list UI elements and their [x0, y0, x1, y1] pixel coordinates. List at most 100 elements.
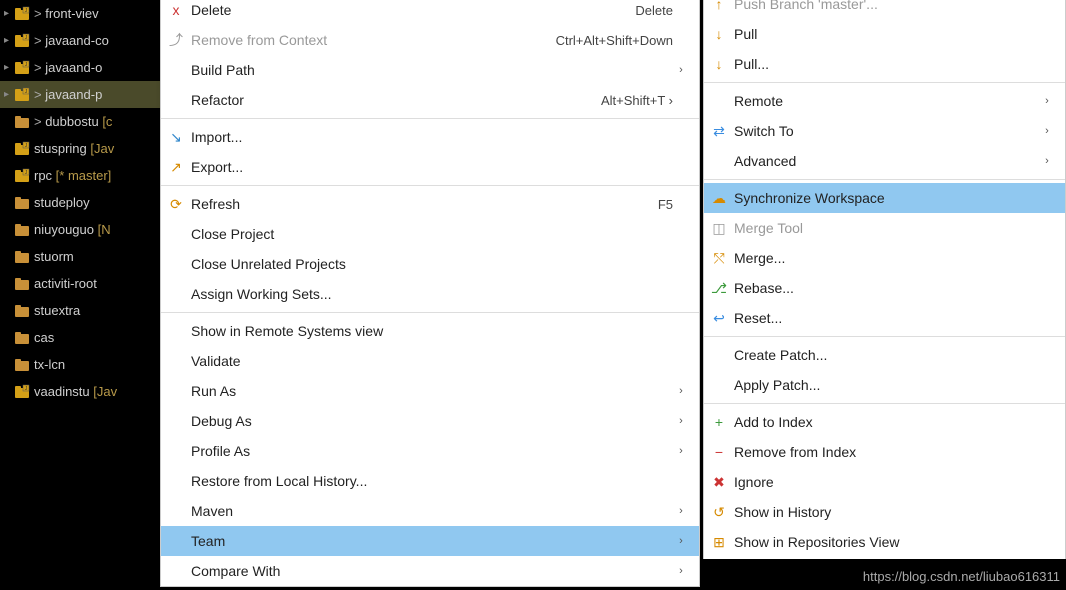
team-item-create-patch[interactable]: Create Patch...: [704, 340, 1065, 370]
context-menu[interactable]: xDeleteDelete⤴Remove from ContextCtrl+Al…: [160, 0, 700, 587]
team-item-pull[interactable]: ↓Pull...: [704, 49, 1065, 79]
submenu-arrow-icon: ›: [673, 505, 689, 517]
folder-icon: [14, 249, 30, 265]
team-item-reset[interactable]: ↩Reset...: [704, 303, 1065, 333]
menu-item-label: Assign Working Sets...: [191, 286, 673, 302]
tree-label: niuyouguo [N: [34, 222, 111, 237]
menu-separator: [161, 185, 699, 186]
tree-item-0[interactable]: ▸J> front-viev: [0, 0, 160, 27]
menu-item-label: Show in Repositories View: [734, 534, 1039, 550]
ctx-item-compare-with[interactable]: Compare With›: [161, 556, 699, 586]
menu-shortcut: Ctrl+Alt+Shift+Down: [536, 33, 673, 48]
menu-item-label: Push Branch 'master'...: [734, 0, 1039, 12]
ctx-item-maven[interactable]: Maven›: [161, 496, 699, 526]
team-item-switch-to[interactable]: ⇄Switch To›: [704, 116, 1065, 146]
team-item-show-in-repositories-view[interactable]: ⊞Show in Repositories View: [704, 527, 1065, 557]
ctx-item-restore-from-local-history[interactable]: Restore from Local History...: [161, 466, 699, 496]
tree-item-1[interactable]: ▸J> javaand-co: [0, 27, 160, 54]
ctx-item-close-project[interactable]: Close Project: [161, 219, 699, 249]
ctx-item-run-as[interactable]: Run As›: [161, 376, 699, 406]
folder-icon: [14, 222, 30, 238]
tree-label: > front-viev: [34, 6, 99, 21]
ctx-item-export[interactable]: ↗Export...: [161, 152, 699, 182]
ctx-item-remove-from-context: ⤴Remove from ContextCtrl+Alt+Shift+Down: [161, 25, 699, 55]
team-item-remove-from-index[interactable]: −Remove from Index: [704, 437, 1065, 467]
tree-label: > javaand-o: [34, 60, 102, 75]
menu-item-label: Synchronize Workspace: [734, 190, 1039, 206]
tree-item-12[interactable]: cas: [0, 324, 160, 351]
team-item-synchronize-workspace[interactable]: ☁Synchronize Workspace: [704, 183, 1065, 213]
menu-item-icon: ⎇: [704, 280, 734, 297]
ctx-item-show-in-remote-systems-view[interactable]: Show in Remote Systems view: [161, 316, 699, 346]
tree-item-2[interactable]: ▸J> javaand-o: [0, 54, 160, 81]
tree-item-11[interactable]: stuextra: [0, 297, 160, 324]
team-item-show-in-history[interactable]: ↺Show in History: [704, 497, 1065, 527]
menu-item-label: Merge...: [734, 250, 1039, 266]
ctx-item-team[interactable]: Team›: [161, 526, 699, 556]
menu-item-label: Pull...: [734, 56, 1039, 72]
tree-item-9[interactable]: stuorm: [0, 243, 160, 270]
team-item-remote[interactable]: Remote›: [704, 86, 1065, 116]
menu-item-label: Ignore: [734, 474, 1039, 490]
tree-item-10[interactable]: activiti-root: [0, 270, 160, 297]
menu-item-label: Profile As: [191, 443, 673, 459]
tree-item-13[interactable]: tx-lcn: [0, 351, 160, 378]
tree-item-3[interactable]: ▸J> javaand-p: [0, 81, 160, 108]
tree-item-4[interactable]: > dubbostu [c: [0, 108, 160, 135]
tree-item-14[interactable]: Jvaadinstu [Jav: [0, 378, 160, 405]
ctx-item-refresh[interactable]: ⟳RefreshF5: [161, 189, 699, 219]
submenu-arrow-icon: ›: [1039, 125, 1055, 137]
menu-item-label: Close Project: [191, 226, 673, 242]
java-project-icon: J: [14, 384, 30, 400]
team-item-apply-patch[interactable]: Apply Patch...: [704, 370, 1065, 400]
ctx-item-delete[interactable]: xDeleteDelete: [161, 0, 699, 25]
tree-item-7[interactable]: studeploy: [0, 189, 160, 216]
java-project-icon: J: [14, 141, 30, 157]
ctx-item-refactor[interactable]: RefactorAlt+Shift+T ›: [161, 85, 699, 115]
ctx-item-assign-working-sets[interactable]: Assign Working Sets...: [161, 279, 699, 309]
menu-item-label: Apply Patch...: [734, 377, 1039, 393]
menu-item-icon: ↺: [704, 504, 734, 521]
ctx-item-close-unrelated-projects[interactable]: Close Unrelated Projects: [161, 249, 699, 279]
team-submenu[interactable]: ↑Push Branch 'master'...↓Pull↓Pull...Rem…: [703, 0, 1066, 588]
team-item-add-to-index[interactable]: +Add to Index: [704, 407, 1065, 437]
project-explorer[interactable]: ▸J> front-viev▸J> javaand-co▸J> javaand-…: [0, 0, 160, 590]
folder-icon: [14, 357, 30, 373]
tree-label: > dubbostu [c: [34, 114, 112, 129]
tree-item-5[interactable]: Jstuspring [Jav: [0, 135, 160, 162]
menu-item-label: Remove from Context: [191, 32, 536, 48]
menu-item-label: Add to Index: [734, 414, 1039, 430]
submenu-arrow-icon: ›: [1039, 95, 1055, 107]
menu-item-label: Close Unrelated Projects: [191, 256, 673, 272]
submenu-arrow-icon: ›: [673, 535, 689, 547]
menu-item-icon: +: [704, 414, 734, 430]
expand-arrow-icon[interactable]: ▸: [4, 35, 14, 46]
expand-arrow-icon[interactable]: ▸: [4, 89, 14, 100]
team-item-advanced[interactable]: Advanced›: [704, 146, 1065, 176]
team-item-pull[interactable]: ↓Pull: [704, 19, 1065, 49]
team-item-rebase[interactable]: ⎇Rebase...: [704, 273, 1065, 303]
team-item-merge[interactable]: ⤲Merge...: [704, 243, 1065, 273]
menu-separator: [704, 82, 1065, 83]
menu-item-icon: ↓: [704, 26, 734, 42]
ctx-item-import[interactable]: ↘Import...: [161, 122, 699, 152]
ctx-item-build-path[interactable]: Build Path›: [161, 55, 699, 85]
menu-shortcut: F5: [638, 197, 673, 212]
tree-label: activiti-root: [34, 276, 97, 291]
tree-label: rpc [* master]: [34, 168, 111, 183]
expand-arrow-icon[interactable]: ▸: [4, 62, 14, 73]
tree-item-6[interactable]: Jrpc [* master]: [0, 162, 160, 189]
ctx-item-profile-as[interactable]: Profile As›: [161, 436, 699, 466]
ctx-item-validate[interactable]: Validate: [161, 346, 699, 376]
menu-item-label: Maven: [191, 503, 673, 519]
expand-arrow-icon[interactable]: ▸: [4, 8, 14, 19]
folder-icon: [14, 195, 30, 211]
java-project-icon: J: [14, 168, 30, 184]
menu-item-icon: x: [161, 2, 191, 18]
tree-item-8[interactable]: niuyouguo [N: [0, 216, 160, 243]
ctx-item-debug-as[interactable]: Debug As›: [161, 406, 699, 436]
tree-label: cas: [34, 330, 54, 345]
menu-item-label: Show in Remote Systems view: [191, 323, 673, 339]
team-item-ignore[interactable]: ✖Ignore: [704, 467, 1065, 497]
menu-separator: [161, 118, 699, 119]
